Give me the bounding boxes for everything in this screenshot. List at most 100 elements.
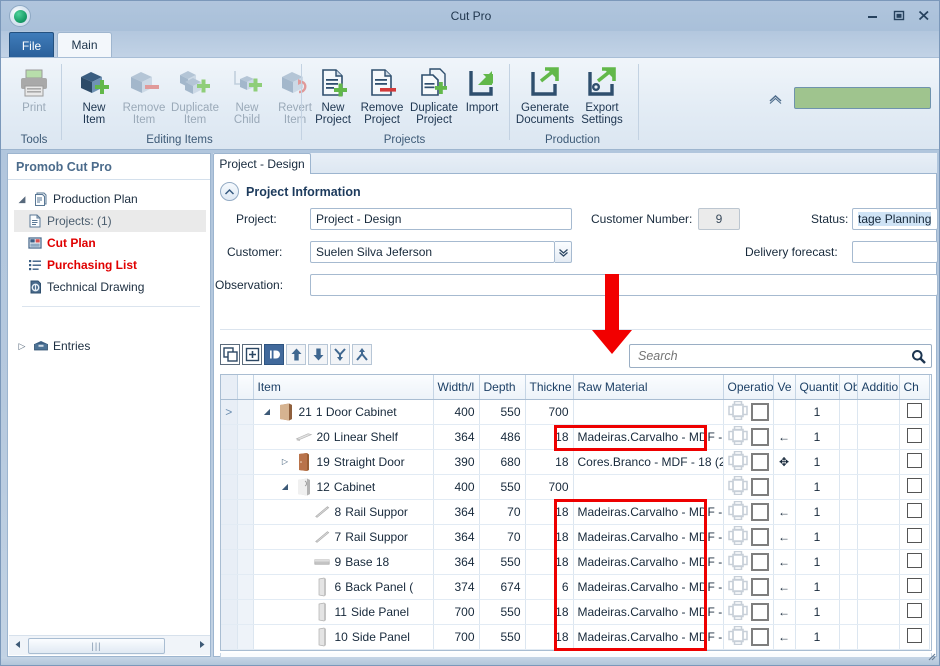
row-header-cell[interactable] [221,449,238,475]
item-cell[interactable]: ▷ 19 Straight Door [253,449,434,475]
tab-file[interactable]: File [9,32,54,58]
operations-cell[interactable] [723,399,774,425]
width-cell[interactable]: 364 [433,499,480,525]
checked-cell[interactable] [899,474,930,500]
thickness-cell[interactable]: 18 [525,524,574,550]
observation-cell[interactable] [839,549,858,575]
checked-cell[interactable] [899,499,930,525]
row-twisty-icon[interactable]: ◢ [280,482,291,491]
row-selector-cell[interactable] [237,474,254,500]
split-button[interactable] [352,344,372,365]
width-cell[interactable]: 700 [433,599,480,625]
checked-cell[interactable] [899,574,930,600]
depth-cell[interactable]: 680 [479,449,526,475]
col-raw-material[interactable]: Raw Material [573,375,724,400]
checked-cell[interactable] [899,599,930,625]
generate-documents-button[interactable]: Generate Documents [514,64,576,132]
checkbox-icon[interactable] [906,552,922,568]
table-row[interactable]: > ◢ 21 1 Door Cabinet 400 550 700 1 [221,399,930,425]
move-up-button[interactable] [286,344,306,365]
search-icon[interactable] [905,349,931,364]
scroll-track[interactable]: ||| [26,637,193,654]
operations-box-icon[interactable] [750,427,769,446]
tab-main[interactable]: Main [57,32,112,58]
observation-cell[interactable] [839,524,858,550]
observation-cell[interactable] [839,499,858,525]
checkbox-icon[interactable] [906,527,922,543]
observation-cell[interactable] [839,399,858,425]
minimize-icon[interactable] [861,6,883,24]
table-row[interactable]: 8 Rail Suppor 364 70 18 Madeiras.Carvalho - M… [221,499,930,525]
thickness-cell[interactable]: 700 [525,474,574,500]
col-veins[interactable]: Ve [773,375,796,400]
width-cell[interactable]: 374 [433,574,480,600]
col-thickness[interactable]: Thickne [525,375,574,400]
operations-box-icon[interactable] [750,627,769,646]
chevron-down-icon[interactable] [555,241,572,263]
scroll-right-arrow-icon[interactable] [193,640,210,651]
quantity-cell[interactable]: 1 [795,474,840,500]
row-header-cell[interactable] [221,424,238,450]
observation-cell[interactable] [839,424,858,450]
observation-cell[interactable] [839,449,858,475]
sidebar-horizontal-scrollbar[interactable]: ||| [9,635,210,655]
operations-cell[interactable] [723,624,774,650]
quantity-cell[interactable]: 1 [795,524,840,550]
operations-cell[interactable] [723,599,774,625]
depth-cell[interactable]: 486 [479,424,526,450]
additional-cell[interactable] [857,449,900,475]
row-twisty-icon[interactable]: ▷ [280,457,291,466]
row-selector-cell[interactable] [237,624,254,650]
row-selector-cell[interactable] [237,599,254,625]
scroll-left-arrow-icon[interactable] [9,640,26,651]
sidebar-item-cut-plan[interactable]: Cut Plan [14,232,206,254]
width-cell[interactable]: 400 [433,399,480,425]
sidebar-item-technical-drawing[interactable]: Technical Drawing [14,276,206,298]
new-item-button[interactable]: New Item [66,64,122,132]
raw-material-cell[interactable]: Cores.Branco - MDF - 18 (2 [573,449,724,475]
operations-box-icon[interactable] [750,452,769,471]
search-box[interactable] [629,344,932,368]
merge-button[interactable] [330,344,350,365]
raw-material-cell[interactable] [573,474,724,500]
checkbox-icon[interactable] [906,577,922,593]
new-project-button[interactable]: New Project [305,64,361,132]
checked-cell[interactable] [899,424,930,450]
raw-material-cell[interactable]: Madeiras.Carvalho - MDF - [573,599,724,625]
item-cell[interactable]: 8 Rail Suppor [253,499,434,525]
thickness-cell[interactable]: 6 [525,574,574,600]
raw-material-cell[interactable]: Madeiras.Carvalho - MDF - [573,424,724,450]
additional-cell[interactable] [857,399,900,425]
observation-cell[interactable] [839,599,858,625]
row-header-cell[interactable] [221,574,238,600]
additional-cell[interactable] [857,424,900,450]
row-selector-cell[interactable] [237,549,254,575]
depth-cell[interactable]: 550 [479,549,526,575]
additional-cell[interactable] [857,574,900,600]
quantity-cell[interactable]: 1 [795,399,840,425]
row-header-cell[interactable] [221,499,238,525]
operations-cell[interactable] [723,574,774,600]
ribbon-green-field[interactable] [794,87,931,109]
remove-project-button[interactable]: Remove Project [354,64,410,132]
additional-cell[interactable] [857,599,900,625]
duplicate-row-button[interactable] [220,344,240,365]
row-header-cell[interactable]: > [221,399,238,425]
observation-cell[interactable] [839,574,858,600]
add-row-button[interactable] [242,344,262,365]
checkbox-icon[interactable] [906,402,922,418]
table-row[interactable]: 20 Linear Shelf 364 486 18 Madeiras.Carvalho … [221,424,930,450]
operations-box-icon[interactable] [750,602,769,621]
items-table[interactable]: Item Width/l Depth Thickne Raw Material … [220,374,932,651]
veins-cell[interactable]: ← [773,499,796,525]
sidebar-item-entries[interactable]: ▷ Entries [14,335,206,357]
thickness-cell[interactable]: 18 [525,624,574,650]
additional-cell[interactable] [857,549,900,575]
item-cell[interactable]: ◢ 21 1 Door Cabinet [253,399,434,425]
depth-cell[interactable]: 550 [479,399,526,425]
depth-cell[interactable]: 550 [479,599,526,625]
item-cell[interactable]: 20 Linear Shelf [253,424,434,450]
checked-cell[interactable] [899,549,930,575]
chevron-up-icon[interactable] [220,182,239,201]
raw-material-cell[interactable]: Madeiras.Carvalho - MDF - [573,524,724,550]
